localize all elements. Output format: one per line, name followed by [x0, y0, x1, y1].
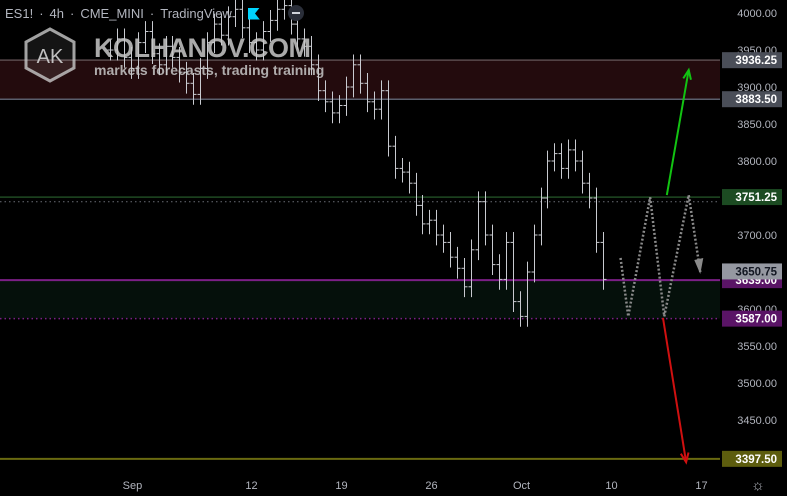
exchange: CME_MINI	[80, 6, 144, 21]
ohlc-bar	[482, 191, 489, 246]
support-zone	[0, 280, 720, 319]
ohlc-bar	[572, 139, 579, 172]
bearish-arrow-line	[661, 317, 688, 463]
last-price-label: 3650.75	[735, 266, 777, 278]
ohlc-bar	[475, 191, 482, 261]
price-tick-label: 3450.00	[737, 415, 777, 427]
watermark-title: KOLHANOV.COM	[94, 33, 311, 63]
time-tick-label: Sep	[123, 480, 143, 492]
price-tick-label: 3800.00	[737, 156, 777, 168]
settings-gear-icon[interactable]: ☼	[751, 477, 765, 494]
ohlc-bar	[440, 224, 447, 253]
price-tick-label: 3500.00	[737, 378, 777, 390]
ohlc-bar	[489, 224, 496, 275]
ohlc-bar	[544, 150, 551, 209]
watermark-subtitle: markets forecasts, trading training	[94, 62, 325, 78]
time-tick-label: 12	[245, 480, 257, 492]
symbol[interactable]: ES1!	[5, 6, 33, 21]
ohlc-bar	[392, 135, 399, 179]
level-3936-label: 3936.25	[735, 55, 777, 67]
price-tick-label: 3700.00	[737, 230, 777, 242]
ohlc-bar	[538, 187, 545, 246]
level-3397-label: 3397.50	[735, 454, 777, 466]
ohlc-bar	[531, 224, 538, 283]
time-tick-label: Oct	[513, 480, 530, 492]
ohlc-bar	[454, 246, 461, 279]
collapse-button[interactable]	[288, 5, 304, 21]
price-tick-label: 3550.00	[737, 341, 777, 353]
ohlc-bar	[558, 143, 565, 179]
price-tick-label: 3850.00	[737, 119, 777, 131]
projection-arrowhead	[694, 258, 704, 274]
ohlc-bar	[281, 0, 288, 20]
source: TradingView	[160, 6, 232, 21]
ohlc-bar	[413, 172, 420, 216]
level-3587-label: 3587.00	[735, 314, 777, 326]
ohlc-bar	[551, 143, 558, 172]
interval[interactable]: 4h	[50, 6, 64, 21]
level-3883-label: 3883.50	[735, 94, 777, 106]
ohlc-bar	[399, 158, 406, 183]
chart-header: ES1! · 4h · CME_MINI · TradingView	[5, 6, 260, 21]
ohlc-bar	[586, 172, 593, 209]
ohlc-bar	[447, 232, 454, 268]
ohlc-bar	[433, 209, 440, 246]
ohlc-bar	[579, 150, 586, 194]
level-3751-label: 3751.25	[735, 192, 777, 204]
svg-text:AK: AK	[37, 46, 64, 68]
time-tick-label: 19	[335, 480, 347, 492]
ohlc-bar	[419, 195, 426, 235]
logo-hexagon-icon: AK	[24, 27, 76, 83]
ohlc-bar	[406, 161, 413, 194]
price-tick-label: 4000.00	[737, 8, 777, 20]
ohlc-bar	[565, 139, 572, 179]
flag-icon[interactable]	[247, 7, 260, 20]
ohlc-bar	[274, 0, 281, 31]
time-tick-label: 26	[425, 480, 437, 492]
time-tick-label: 10	[605, 480, 617, 492]
time-tick-label: 17	[695, 480, 707, 492]
ohlc-bar	[426, 209, 433, 235]
